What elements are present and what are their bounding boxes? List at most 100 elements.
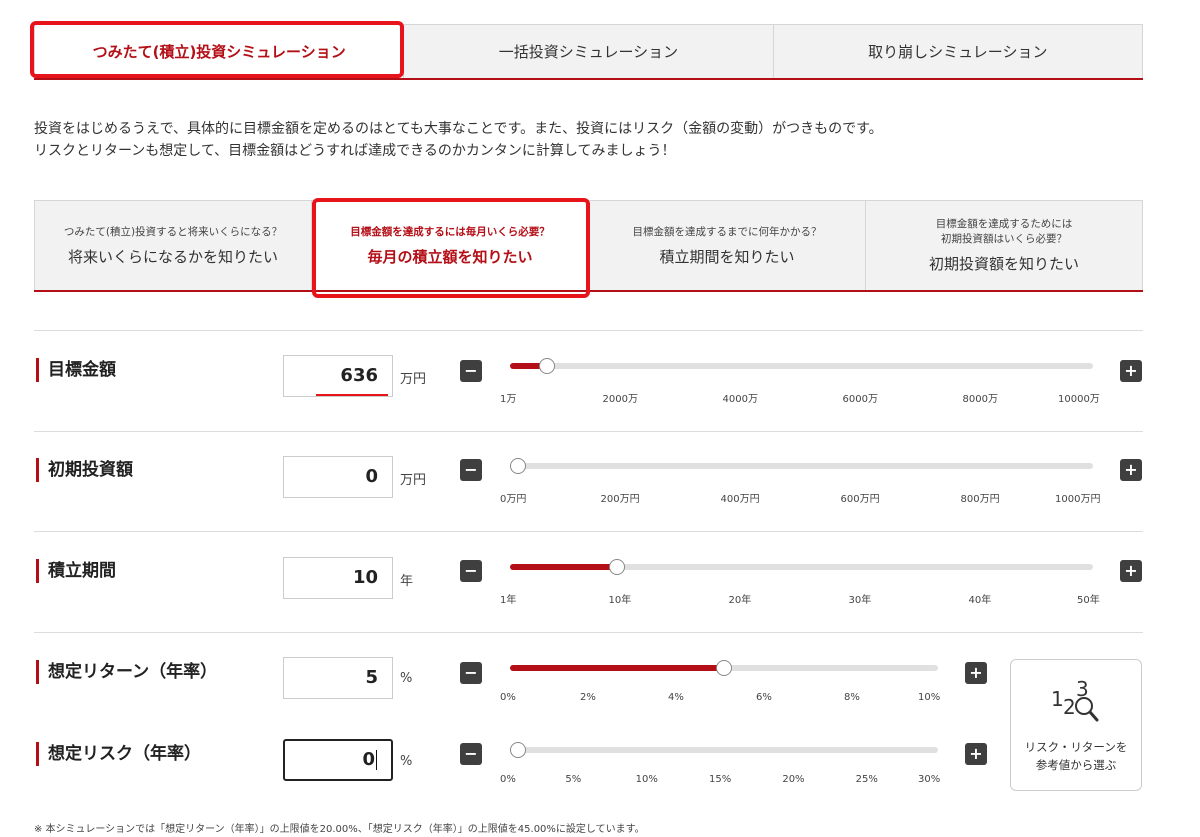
expected-return-slider[interactable] [510, 660, 938, 676]
period-tick: 10年 [608, 595, 632, 606]
expected-return-tick: 6% [756, 692, 772, 703]
target-amount-minus-button[interactable]: − [460, 360, 482, 382]
period-tick: 50年 [1077, 595, 1100, 606]
period-label: 積立期間 [36, 559, 116, 583]
tab-initial-investment[interactable]: 目標金額を達成するためには 初期投資額はいくら必要？ 初期投資額を知りたい [866, 200, 1143, 290]
period-input[interactable]: 10 [283, 557, 393, 599]
expected-risk-tick: 10% [635, 774, 658, 785]
target-amount-tick: 4000万 [722, 394, 758, 405]
expected-risk-slider[interactable] [510, 742, 938, 758]
expected-risk-label: 想定リスク（年率） [36, 742, 201, 766]
tab-monthly-amount[interactable]: 目標金額を達成するには毎月いくら必要？ 毎月の積立額を知りたい [312, 200, 589, 290]
period-unit: 年 [400, 574, 414, 589]
initial-investment-tick: 400万円 [720, 494, 760, 505]
calculation-mode-tabs: つみたて(積立)投資すると将来いくらになる？ 将来いくらになるかを知りたい 目標… [34, 200, 1143, 292]
initial-investment-tick: 0万円 [500, 494, 527, 505]
target-amount-slider[interactable] [510, 358, 1093, 374]
initial-investment-minus-button[interactable]: − [460, 459, 482, 481]
tab-period-sub: 目標金額を達成するまでに何年かかる？ [632, 225, 822, 238]
tab-future-value[interactable]: つみたて(積立)投資すると将来いくらになる？ 将来いくらになるかを知りたい [34, 200, 312, 290]
intro-text: 投資をはじめるうえで、具体的に目標金額を定めるのはとても大事なことです。また、投… [34, 118, 1154, 162]
period-slider-fill [510, 564, 618, 570]
number-search-icon: 1 2 3 [1051, 677, 1099, 722]
target-amount-plus-button[interactable]: + [1120, 360, 1142, 382]
tab-monthly-amount-main: 毎月の積立額を知りたい [367, 247, 533, 266]
period-plus-button[interactable]: + [1120, 560, 1142, 582]
divider [34, 632, 1143, 633]
expected-risk-plus-button[interactable]: + [965, 743, 987, 765]
expected-return-tick: 2% [580, 692, 596, 703]
tab-lump-sum-simulation[interactable]: 一括投資シミュレーション [404, 24, 774, 78]
initial-investment-input[interactable]: 0 [283, 456, 393, 498]
expected-return-tick: 10% [918, 692, 941, 703]
expected-risk-tick: 0% [500, 774, 516, 785]
target-amount-tick: 10000万 [1058, 394, 1100, 405]
expected-return-slider-handle[interactable] [716, 660, 732, 676]
initial-investment-slider-handle[interactable] [510, 458, 526, 474]
intro-line-1: 投資をはじめるうえで、具体的に目標金額を定めるのはとても大事なことです。また、投… [34, 121, 883, 137]
expected-return-plus-button[interactable]: + [965, 662, 987, 684]
expected-risk-tick: 15% [709, 774, 732, 785]
period-tick: 1年 [500, 595, 517, 606]
expected-risk-value: 0 [362, 749, 375, 770]
expected-risk-minus-button[interactable]: − [460, 743, 482, 765]
initial-investment-tick: 200万円 [600, 494, 640, 505]
text-caret [376, 750, 377, 770]
tab-future-value-main: 将来いくらになるかを知りたい [67, 247, 278, 266]
tab-tsumitate-simulation[interactable]: つみたて(積立)投資シミュレーション [34, 24, 405, 78]
initial-investment-tick: 600万円 [840, 494, 880, 505]
period-slider[interactable] [510, 559, 1093, 575]
expected-risk-tick: 25% [855, 774, 878, 785]
expected-return-minus-button[interactable]: − [460, 662, 482, 684]
tab-initial-investment-sub: 目標金額を達成するためには 初期投資額はいくら必要？ [935, 218, 1073, 245]
expected-risk-tick: 20% [782, 774, 805, 785]
simulation-type-tabs: つみたて(積立)投資シミュレーション 一括投資シミュレーション 取り崩しシミュレ… [34, 24, 1143, 80]
expected-risk-tick: 30% [918, 774, 941, 785]
tab-withdrawal-simulation[interactable]: 取り崩しシミュレーション [773, 24, 1143, 78]
expected-return-tick: 0% [500, 692, 516, 703]
expected-return-tick: 8% [844, 692, 860, 703]
target-amount-slider-handle[interactable] [539, 358, 556, 374]
expected-return-unit: % [400, 671, 413, 686]
period-tick: 40年 [968, 595, 992, 606]
initial-investment-plus-button[interactable]: + [1120, 459, 1142, 481]
expected-return-input[interactable]: 5 [283, 657, 393, 699]
tab-future-value-sub: つみたて(積立)投資すると将来いくらになる？ [63, 225, 283, 238]
expected-return-tick: 4% [668, 692, 684, 703]
footnote: ※ 本シミュレーションでは「想定リターン（年率）」の上限値を20.00%、「想定… [34, 824, 645, 835]
expected-risk-slider-handle[interactable] [510, 742, 526, 758]
target-amount-label: 目標金額 [36, 358, 116, 382]
initial-investment-tick: 800万円 [960, 494, 1000, 505]
divider [34, 531, 1143, 532]
tab-initial-investment-main: 初期投資額を知りたい [928, 255, 1079, 273]
target-amount-input[interactable]: 636 [283, 355, 393, 397]
initial-investment-unit: 万円 [400, 473, 427, 488]
initial-investment-tick: 1000万円 [1055, 494, 1101, 505]
period-tick: 20年 [728, 595, 752, 606]
target-amount-underline [316, 394, 388, 396]
expected-risk-input[interactable]: 0 [283, 739, 393, 781]
target-amount-tick: 2000万 [602, 394, 638, 405]
expected-risk-tick: 5% [565, 774, 582, 785]
target-amount-tick: 1万 [500, 394, 517, 405]
expected-return-slider-fill [510, 665, 724, 671]
select-reference-values-label: リスク・リターンを 参考値から選ぶ [1024, 740, 1128, 772]
target-amount-unit: 万円 [400, 372, 427, 387]
tab-period[interactable]: 目標金額を達成するまでに何年かかる？ 積立期間を知りたい [589, 200, 866, 290]
expected-risk-unit: % [400, 754, 413, 769]
expected-return-label: 想定リターン（年率） [36, 660, 217, 684]
initial-investment-label: 初期投資額 [36, 458, 133, 482]
svg-text:1: 1 [1051, 687, 1064, 711]
tab-monthly-amount-sub: 目標金額を達成するには毎月いくら必要？ [350, 225, 550, 238]
divider [34, 431, 1143, 432]
target-amount-tick: 6000万 [842, 394, 878, 405]
divider [34, 330, 1143, 331]
period-slider-handle[interactable] [609, 559, 626, 575]
tab-period-main: 積立期間を知りたい [659, 247, 795, 266]
target-amount-tick: 8000万 [962, 394, 998, 405]
select-reference-values-button[interactable]: 1 2 3 リスク・リターンを 参考値から選ぶ [1010, 659, 1142, 791]
svg-text:2: 2 [1063, 695, 1076, 719]
intro-line-2: リスクとリターンも想定して、目標金額はどうすれば達成できるのかカンタンに計算して… [34, 143, 676, 159]
period-minus-button[interactable]: − [460, 560, 482, 582]
initial-investment-slider[interactable] [510, 458, 1093, 474]
